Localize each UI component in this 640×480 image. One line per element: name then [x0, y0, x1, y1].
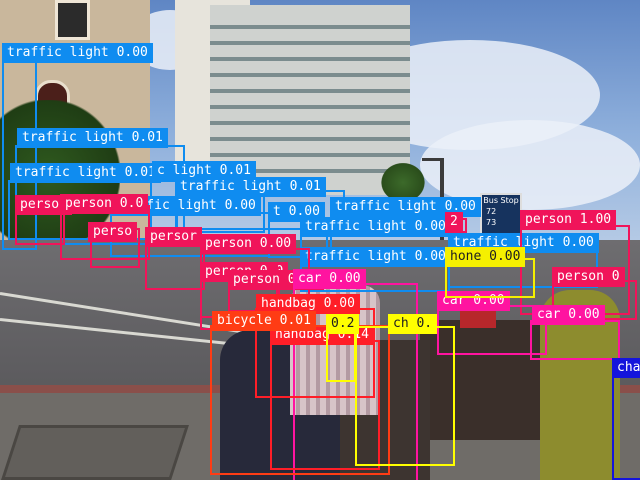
detection-label-traffic-light: traffic light 0.00 — [300, 217, 451, 237]
detection-label-traffic-light: traffic light 0.01 — [17, 128, 168, 148]
detection-box-car — [530, 320, 620, 360]
detection-label-car: car 0.00 — [532, 305, 605, 325]
detection-label-phone: hone 0.00 — [445, 247, 526, 267]
manhole-cover — [1, 425, 189, 480]
detection-label-traffic-light: traffic light 0.00 — [300, 247, 451, 267]
bus-stop-sign: Bus Stop 72 73 — [480, 193, 522, 238]
detection-label-chair: ch 0. — [388, 314, 438, 334]
detection-box-person — [145, 240, 205, 290]
detection-label-person: 2 — [445, 212, 463, 232]
detection-label-person: person 0.0 — [60, 194, 149, 214]
detection-label-traffic-light: traffic light 0.01 — [175, 177, 326, 197]
detection-label-traffic-light: traffic light 0.01 — [10, 163, 161, 183]
detection-box-misc-blue — [612, 370, 640, 480]
detection-label-person: person 1.00 — [520, 210, 617, 230]
detection-label-chair: 0.2 — [326, 314, 360, 334]
detection-label-person: perso — [88, 222, 138, 242]
detection-label-person: persor — [145, 227, 202, 247]
detection-label-car: car 0.00 — [293, 269, 366, 289]
bus-stop-text: Bus Stop — [483, 196, 519, 205]
street-lamp-arm — [422, 158, 444, 161]
detection-label-bicycle: bicycle 0.01 — [212, 311, 316, 331]
detection-label-traffic-light: traffic light 0.00 — [2, 43, 153, 63]
detection-label-misc-blue: cha — [612, 358, 640, 378]
detection-label-person: person 0.00 — [200, 234, 297, 254]
detection-label-person: person 0 — [552, 267, 625, 287]
detection-box-person — [15, 210, 65, 245]
detection-box-chair — [355, 326, 455, 466]
bus-line-72: 72 — [486, 207, 497, 216]
bus-line-73: 73 — [486, 218, 497, 227]
detection-screenshot: Bus Stop 72 73 traffic light 0.00 traffic… — [0, 0, 640, 480]
